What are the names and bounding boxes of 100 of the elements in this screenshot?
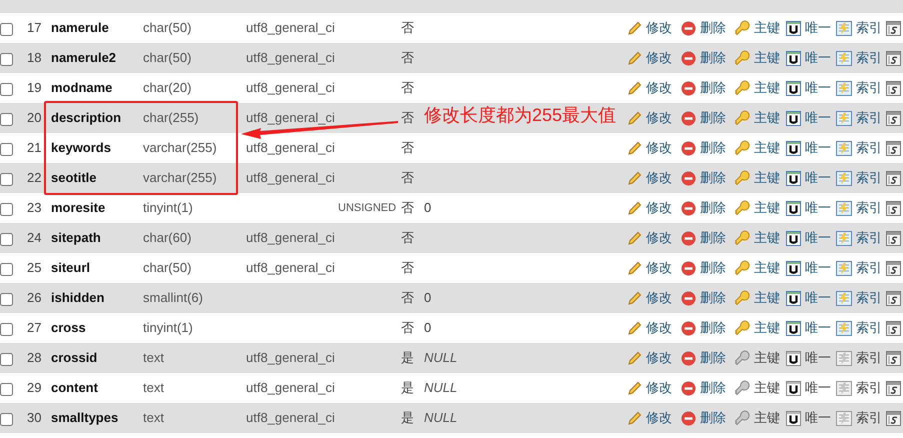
row-number: 21: [26, 139, 42, 158]
primary-link[interactable]: 主键: [734, 108, 780, 128]
unique-link[interactable]: 唯一: [786, 108, 831, 128]
column-collation: utf8_general_ci: [246, 409, 336, 428]
index-link[interactable]: 索引: [836, 228, 882, 248]
unique-link[interactable]: 唯一: [786, 258, 831, 278]
spatial-table-icon[interactable]: [886, 350, 901, 366]
column-type: text: [143, 409, 165, 428]
unique-link[interactable]: 唯一: [786, 318, 831, 338]
row-checkbox[interactable]: [0, 323, 13, 336]
edit-link[interactable]: 修改: [627, 108, 672, 128]
row-checkbox[interactable]: [0, 173, 13, 186]
edit-link[interactable]: 修改: [627, 378, 672, 398]
column-null: 否: [401, 79, 415, 98]
delete-link[interactable]: 删除: [681, 138, 726, 158]
spatial-table-icon[interactable]: [886, 260, 901, 276]
row-checkbox[interactable]: [0, 233, 13, 246]
primary-link[interactable]: 主键: [734, 198, 780, 218]
primary-link[interactable]: 主键: [734, 228, 780, 248]
spatial-table-icon[interactable]: [886, 230, 901, 246]
spatial-table-icon[interactable]: [886, 410, 901, 426]
row-checkbox[interactable]: [0, 203, 13, 216]
edit-link[interactable]: 修改: [627, 228, 672, 248]
delete-link[interactable]: 删除: [681, 288, 726, 308]
row-checkbox[interactable]: [0, 53, 13, 66]
edit-link[interactable]: 修改: [627, 48, 672, 68]
row-checkbox[interactable]: [0, 83, 13, 96]
row-checkbox[interactable]: [0, 413, 13, 426]
delete-link[interactable]: 删除: [681, 378, 726, 398]
minus-circle-icon: [681, 110, 696, 126]
spatial-table-icon[interactable]: [886, 200, 901, 216]
index-link[interactable]: 索引: [836, 258, 882, 278]
index-link[interactable]: 索引: [836, 18, 882, 38]
spatial-table-icon[interactable]: [886, 20, 901, 36]
edit-link[interactable]: 修改: [627, 258, 672, 278]
delete-link[interactable]: 删除: [681, 18, 726, 38]
column-default: 0: [424, 199, 432, 218]
edit-link[interactable]: 修改: [627, 168, 672, 188]
delete-link[interactable]: 删除: [681, 318, 726, 338]
index-link[interactable]: 索引: [836, 318, 882, 338]
spatial-table-icon[interactable]: [886, 110, 901, 126]
row-checkbox[interactable]: [0, 113, 13, 126]
primary-link[interactable]: 主键: [734, 258, 780, 278]
edit-link[interactable]: 修改: [627, 78, 672, 98]
spatial-table-icon[interactable]: [886, 140, 901, 156]
spatial-table-icon[interactable]: [886, 290, 901, 306]
delete-link[interactable]: 删除: [681, 408, 726, 428]
row-checkbox[interactable]: [0, 23, 13, 36]
primary-link[interactable]: 主键: [734, 318, 780, 338]
unique-link[interactable]: 唯一: [786, 288, 831, 308]
delete-link[interactable]: 删除: [681, 48, 726, 68]
row-checkbox[interactable]: [0, 143, 13, 156]
unique-link[interactable]: 唯一: [786, 138, 831, 158]
primary-link[interactable]: 主键: [734, 48, 780, 68]
spatial-table-icon[interactable]: [886, 320, 901, 336]
index-link[interactable]: 索引: [836, 168, 882, 188]
unique-link[interactable]: 唯一: [786, 168, 831, 188]
delete-link[interactable]: 删除: [681, 258, 726, 278]
unique-link[interactable]: 唯一: [786, 198, 831, 218]
primary-link[interactable]: 主键: [734, 138, 780, 158]
delete-link[interactable]: 删除: [681, 228, 726, 248]
spatial-table-icon[interactable]: [886, 170, 901, 186]
unique-link[interactable]: 唯一: [786, 18, 831, 38]
unique-link[interactable]: 唯一: [786, 48, 831, 68]
spatial-table-icon[interactable]: [886, 380, 901, 396]
primary-link[interactable]: 主键: [734, 78, 780, 98]
spatial-table-icon[interactable]: [886, 80, 901, 96]
column-name: seotitle: [51, 169, 98, 188]
column-type: char(50): [143, 259, 192, 278]
index-link[interactable]: 索引: [836, 288, 882, 308]
index-link[interactable]: 索引: [836, 108, 882, 128]
edit-link[interactable]: 修改: [627, 138, 672, 158]
delete-link[interactable]: 删除: [681, 168, 726, 188]
primary-link[interactable]: 主键: [734, 288, 780, 308]
edit-link[interactable]: 修改: [627, 348, 672, 368]
primary-link[interactable]: 主键: [734, 168, 780, 188]
row-checkbox[interactable]: [0, 293, 13, 306]
row-checkbox[interactable]: [0, 353, 13, 366]
column-name: sitepath: [51, 229, 102, 248]
index-link[interactable]: 索引: [836, 138, 882, 158]
unique-link[interactable]: 唯一: [786, 78, 831, 98]
edit-link[interactable]: 修改: [627, 288, 672, 308]
edit-link[interactable]: 修改: [627, 318, 672, 338]
delete-link[interactable]: 删除: [681, 78, 726, 98]
unique-link[interactable]: 唯一: [786, 228, 831, 248]
index-link[interactable]: 索引: [836, 198, 882, 218]
spatial-table-icon[interactable]: [886, 50, 901, 66]
primary-link[interactable]: 主键: [734, 18, 780, 38]
row-checkbox[interactable]: [0, 383, 13, 396]
index-link[interactable]: 索引: [836, 48, 882, 68]
index-link[interactable]: 索引: [836, 78, 882, 98]
delete-link[interactable]: 删除: [681, 348, 726, 368]
delete-link[interactable]: 删除: [681, 198, 726, 218]
edit-link[interactable]: 修改: [627, 18, 672, 38]
column-default: NULL: [424, 349, 458, 368]
row-number: 28: [26, 349, 42, 368]
delete-link[interactable]: 删除: [681, 108, 726, 128]
row-checkbox[interactable]: [0, 263, 13, 276]
edit-link[interactable]: 修改: [627, 408, 672, 428]
edit-link[interactable]: 修改: [627, 198, 672, 218]
